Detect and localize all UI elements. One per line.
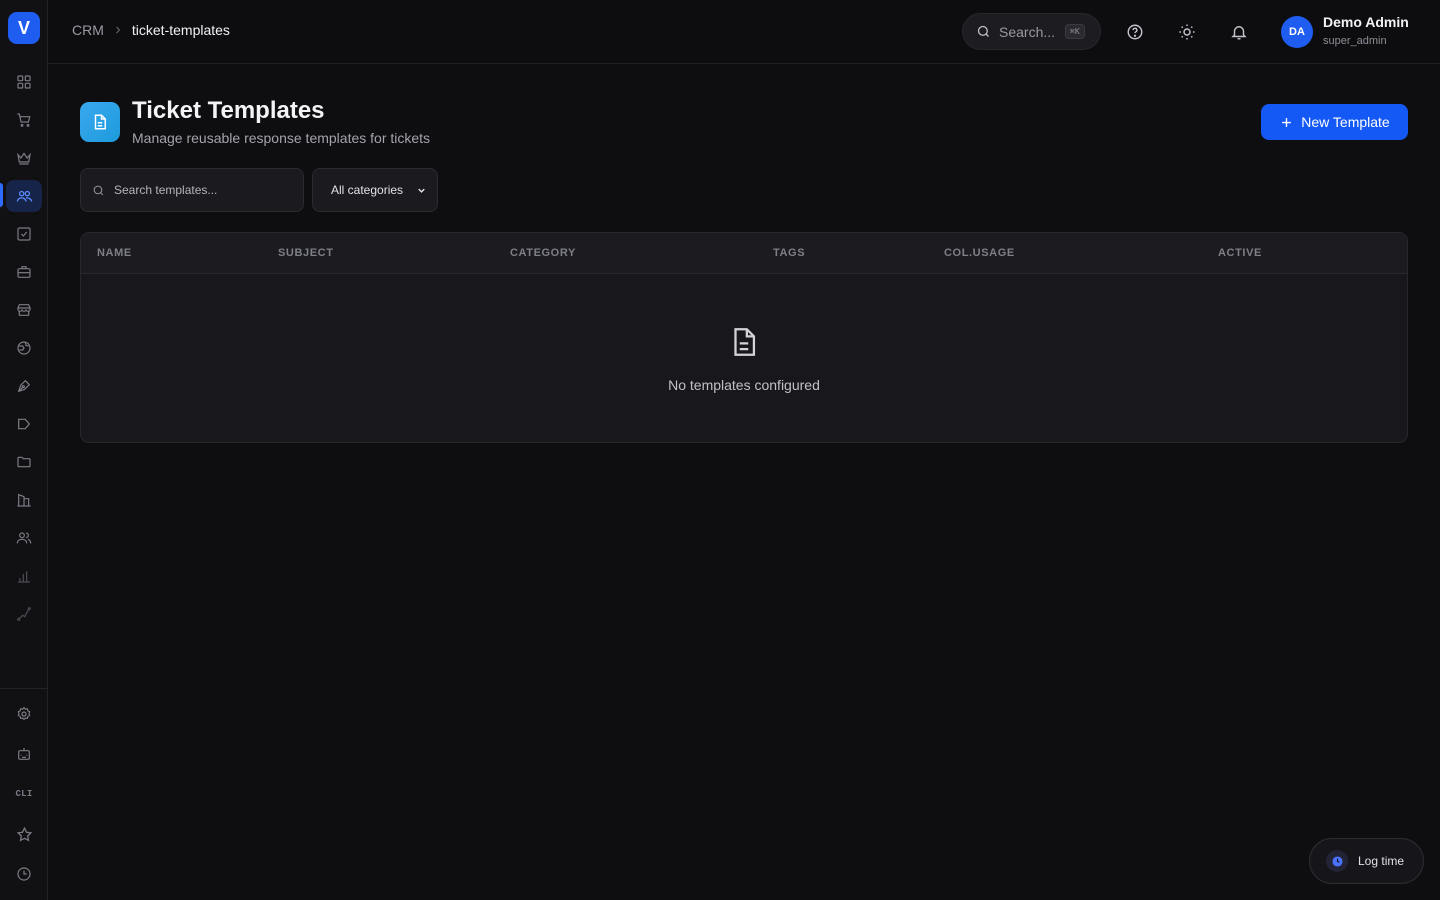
checkbox-icon xyxy=(17,227,31,241)
empty-state-message: No templates configured xyxy=(668,377,820,393)
sidebar-item-premium[interactable] xyxy=(6,142,42,174)
category-select[interactable]: All categories xyxy=(312,168,438,212)
column-header-active[interactable]: ACTIVE xyxy=(1218,247,1262,259)
gear-icon xyxy=(17,706,31,721)
theme-toggle-button[interactable] xyxy=(1175,20,1199,44)
sidebar-item-history[interactable] xyxy=(6,858,42,890)
breadcrumb-current: ticket-templates xyxy=(131,22,230,38)
sidebar-item-companies[interactable] xyxy=(6,484,42,516)
search-icon xyxy=(977,25,989,37)
page-subtitle: Manage reusable response templates for t… xyxy=(132,130,431,146)
topbar: CRM ticket-templates Search... ⌘K DA Dem… xyxy=(48,0,1440,64)
sidebar-item-crm[interactable] xyxy=(6,180,42,212)
sidebar-item-cli[interactable]: CLI xyxy=(6,778,42,810)
star-icon xyxy=(16,826,32,842)
robot-icon xyxy=(18,748,30,760)
templates-table: NAME SUBJECT CATEGORY TAGS COL.USAGE ACT… xyxy=(80,232,1408,443)
timer-icon xyxy=(1331,855,1343,867)
sidebar-item-design[interactable] xyxy=(6,370,42,402)
briefcase-icon xyxy=(17,266,31,278)
user-role: super_admin xyxy=(1323,35,1387,47)
breadcrumb: CRM ticket-templates xyxy=(72,22,230,38)
help-button[interactable] xyxy=(1123,20,1147,44)
sidebar-item-analytics[interactable] xyxy=(6,560,42,592)
sidebar-divider xyxy=(0,688,48,689)
crown-icon xyxy=(17,152,31,165)
sidebar-item-tasks[interactable] xyxy=(6,218,42,250)
global-search-placeholder: Search... xyxy=(999,23,1056,40)
plus-icon xyxy=(1282,117,1292,127)
folder-icon xyxy=(17,456,31,468)
new-template-button[interactable]: New Template xyxy=(1261,104,1408,140)
template-search[interactable] xyxy=(80,168,304,212)
users-icon xyxy=(16,190,32,202)
store-icon xyxy=(17,304,31,316)
column-header-category[interactable]: CATEGORY xyxy=(510,247,576,259)
avatar[interactable]: DA xyxy=(1281,16,1313,48)
document-icon xyxy=(94,114,106,130)
avatar-initials: DA xyxy=(1289,26,1305,38)
megaphone-icon xyxy=(18,418,31,430)
column-header-tags[interactable]: TAGS xyxy=(773,247,805,259)
app-logo[interactable]: V xyxy=(8,12,40,44)
search-icon xyxy=(93,185,104,195)
global-search-button[interactable]: Search... ⌘K xyxy=(962,13,1101,50)
template-search-input[interactable] xyxy=(114,183,284,197)
file-text-icon xyxy=(734,328,756,356)
team-icon xyxy=(16,532,32,544)
search-shortcut: ⌘K xyxy=(1065,24,1085,39)
sidebar-item-jobs[interactable] xyxy=(6,256,42,288)
sidebar-item-web[interactable] xyxy=(6,332,42,364)
new-template-label: New Template xyxy=(1301,114,1390,130)
sidebar-item-trends[interactable] xyxy=(6,598,42,630)
cart-icon xyxy=(17,113,31,127)
bar-chart-icon xyxy=(18,571,30,583)
sidebar-item-store[interactable] xyxy=(6,294,42,326)
help-icon xyxy=(1127,24,1143,40)
sidebar-item-orders[interactable] xyxy=(6,104,42,136)
column-header-usage[interactable]: COL.USAGE xyxy=(944,247,1015,259)
log-time-label: Log time xyxy=(1358,854,1405,868)
sidebar-item-favorites[interactable] xyxy=(6,818,42,850)
bell-icon xyxy=(1231,26,1247,40)
chevron-down-icon xyxy=(418,188,425,193)
pen-icon xyxy=(17,379,31,393)
page-icon xyxy=(80,102,120,142)
chevron-right-icon xyxy=(116,26,121,34)
sidebar-item-files[interactable] xyxy=(6,446,42,478)
empty-state-icon xyxy=(727,325,761,359)
grid-icon xyxy=(17,75,31,89)
sidebar-item-team[interactable] xyxy=(6,522,42,554)
column-header-name[interactable]: NAME xyxy=(97,247,132,259)
page-title: Ticket Templates xyxy=(132,97,325,124)
breadcrumb-crm[interactable]: CRM xyxy=(72,22,104,38)
sidebar: V CLI xyxy=(0,0,48,900)
building-icon xyxy=(17,493,31,507)
log-time-button[interactable]: Log time xyxy=(1309,838,1424,884)
cli-label: CLI xyxy=(15,789,33,799)
category-select-value: All categories xyxy=(331,183,404,197)
sun-icon xyxy=(1179,24,1195,40)
logo-letter: V xyxy=(17,17,30,38)
sidebar-item-settings[interactable] xyxy=(6,698,42,730)
sidebar-item-dashboard[interactable] xyxy=(6,66,42,98)
user-name[interactable]: Demo Admin xyxy=(1323,14,1409,30)
sidebar-active-indicator xyxy=(0,183,3,207)
notifications-button[interactable] xyxy=(1227,20,1251,44)
column-header-subject[interactable]: SUBJECT xyxy=(278,247,334,259)
clock-icon xyxy=(17,867,31,881)
table-header: NAME SUBJECT CATEGORY TAGS COL.USAGE ACT… xyxy=(81,233,1407,274)
sidebar-item-automation[interactable] xyxy=(6,738,42,770)
trend-icon xyxy=(17,607,31,621)
log-time-dot xyxy=(1326,850,1348,872)
sidebar-item-marketing[interactable] xyxy=(6,408,42,440)
globe-icon xyxy=(17,341,31,355)
